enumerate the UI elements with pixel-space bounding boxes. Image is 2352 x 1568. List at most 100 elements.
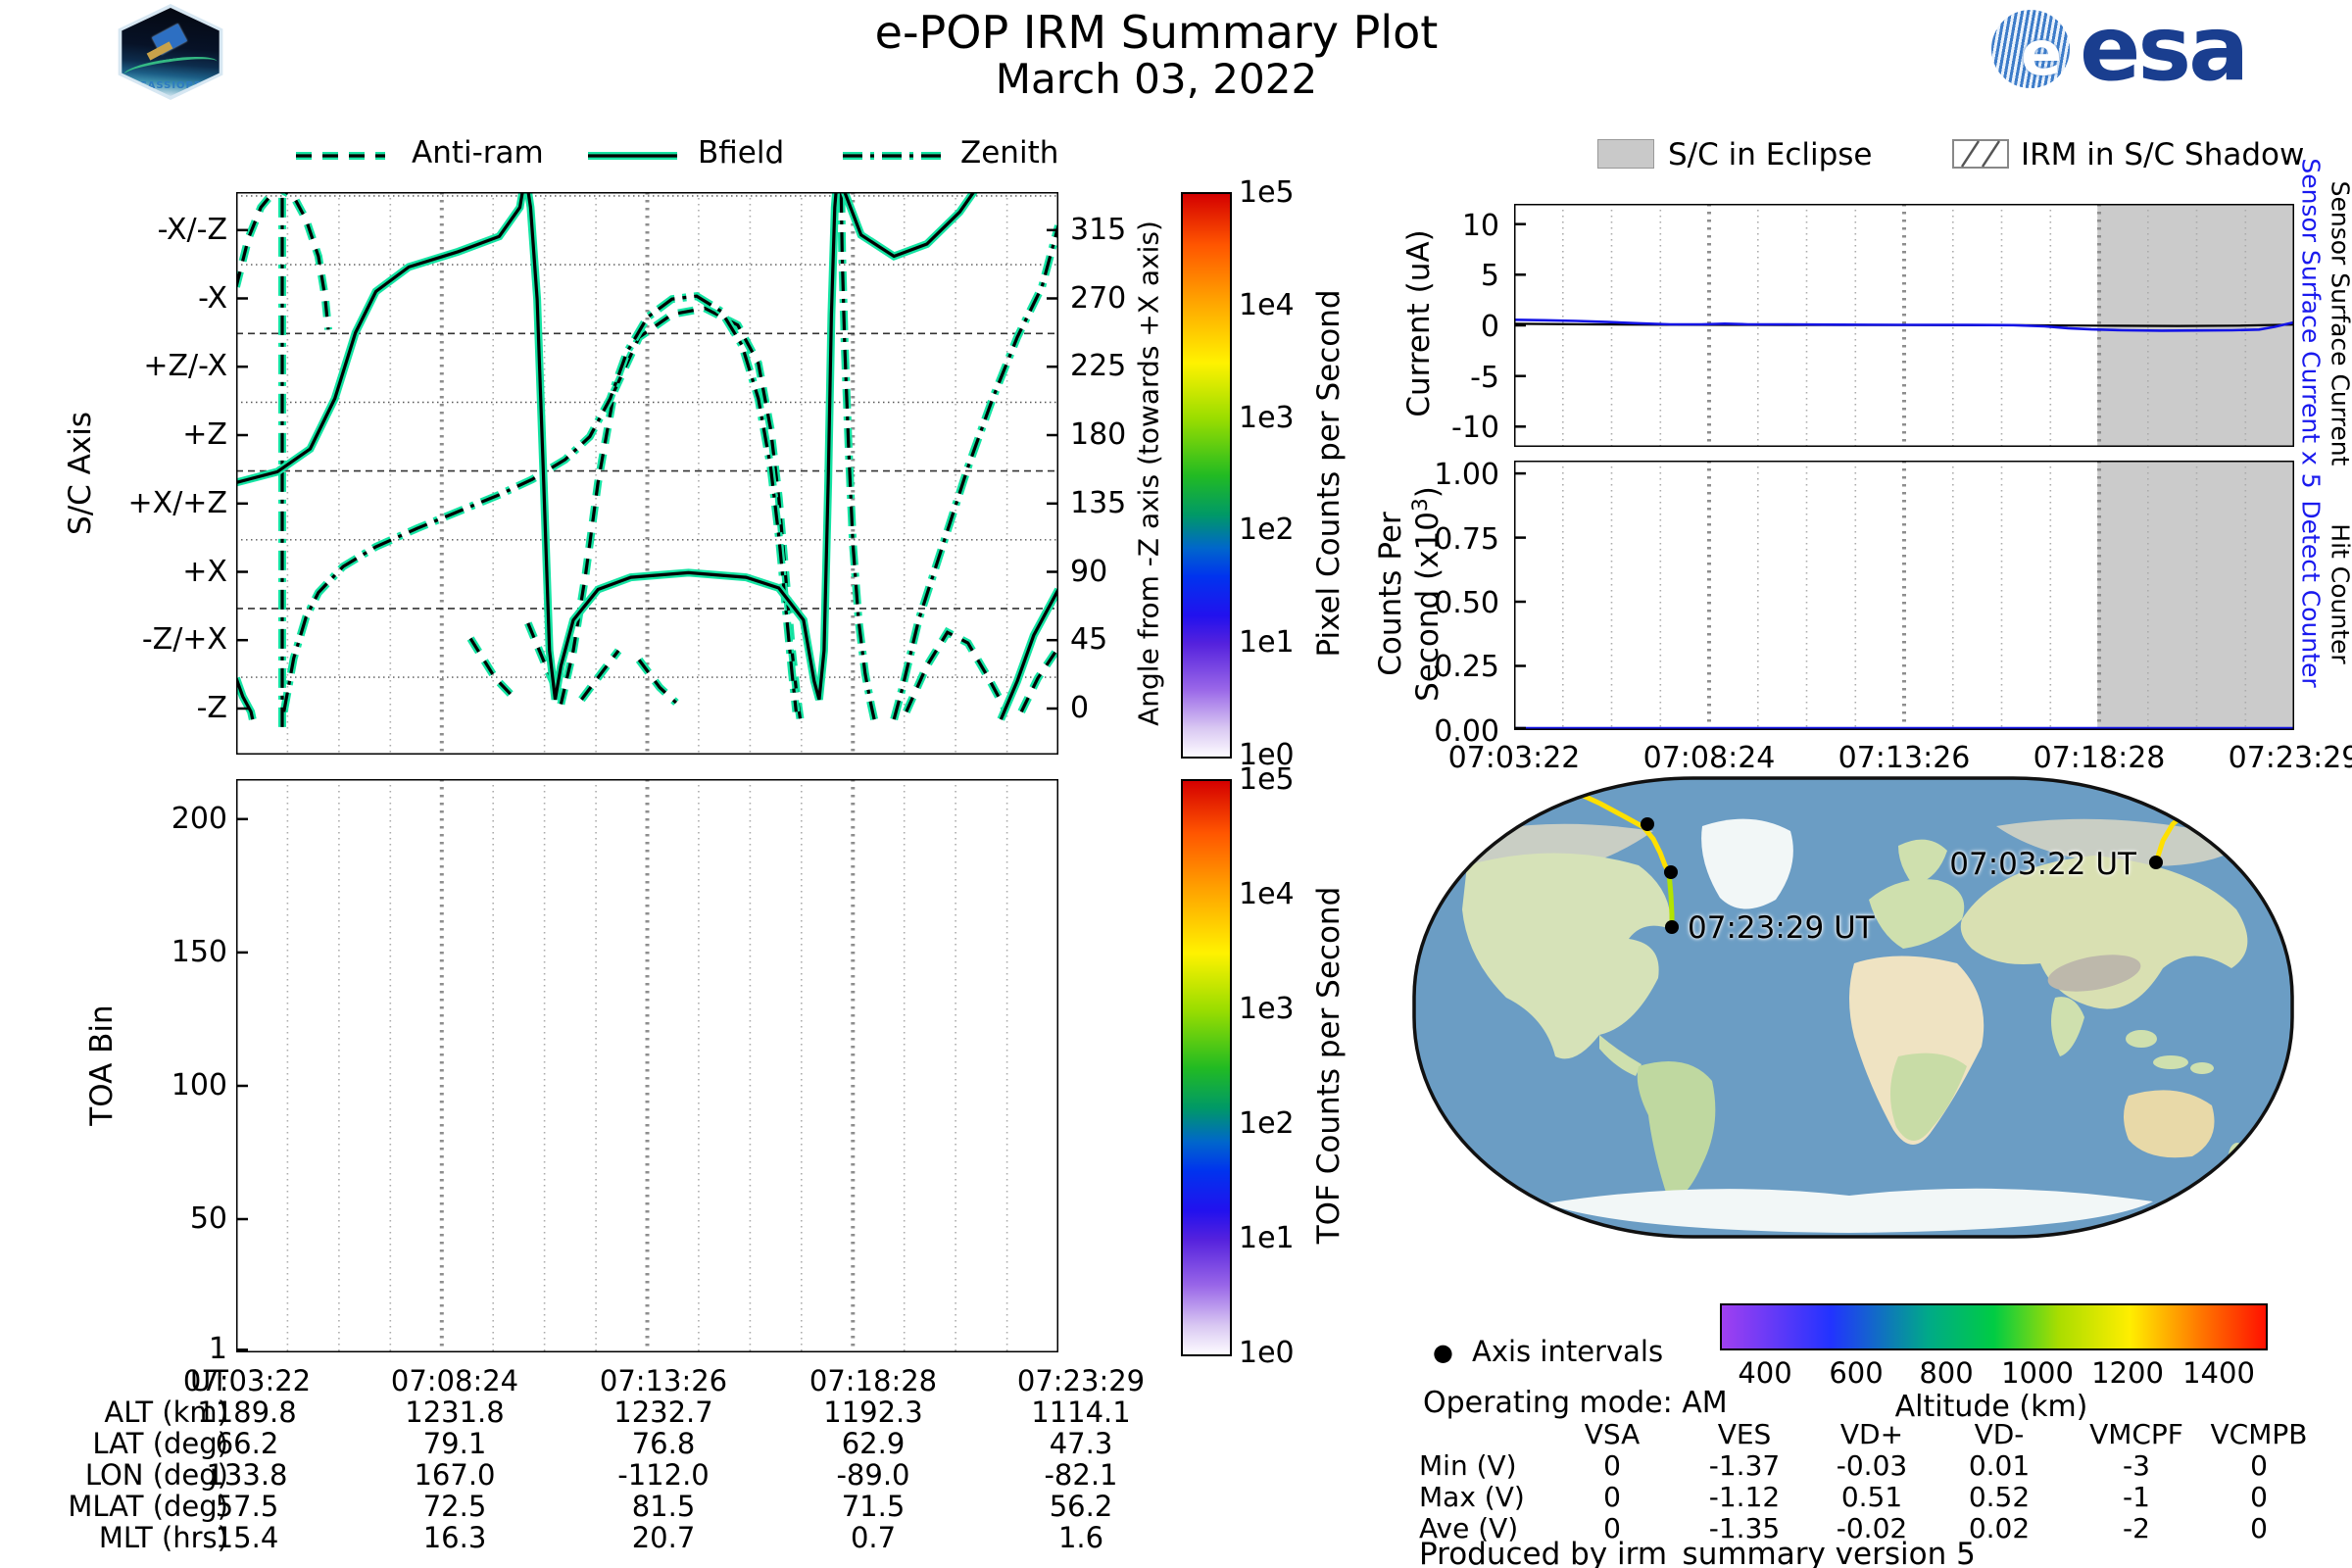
table-cell: 1231.8: [352, 1396, 558, 1429]
current-ytick: 0: [1372, 310, 1499, 344]
counts-right-label-black: Hit Counter: [2327, 523, 2352, 663]
angle-tick: 135: [1070, 486, 1126, 520]
toa-vgrid: [287, 779, 1006, 1352]
current-ytick: 5: [1372, 259, 1499, 293]
table-cell: 66.2: [144, 1427, 350, 1460]
toa-ytick: 200: [0, 802, 227, 836]
eclipse-swatch: [1597, 139, 1654, 169]
xtick-time: 07:23:29: [2211, 741, 2352, 775]
tof-cb-label: TOF Counts per Second: [1311, 887, 1347, 1245]
table-cell: 0.7: [770, 1521, 976, 1554]
esa-e-icon: e: [2021, 18, 2062, 89]
table-cell: 16.3: [352, 1521, 558, 1554]
v-row-label: Min (V): [1419, 1449, 1517, 1482]
xtick-time: 07:03:22: [1431, 741, 1597, 775]
counts-plot: [1514, 461, 2294, 730]
table-cell: 62.9: [770, 1427, 976, 1460]
angle-tick: 45: [1070, 622, 1107, 657]
sc-ytick: -X/-Z: [0, 213, 227, 247]
page-title: e-POP IRM Summary Plot: [686, 6, 1627, 59]
pixel-cb-tick: 1e4: [1239, 288, 1295, 322]
table-cell: 72.5: [352, 1490, 558, 1523]
legend-bfield-sample: [586, 149, 679, 163]
sc-axis-plot: [236, 192, 1058, 755]
shadow-legend-label: IRM in S/C Shadow: [2021, 137, 2304, 172]
produced-by-label: Produced by irm_summary version 5: [1419, 1537, 1976, 1568]
shadow-swatch: [1952, 139, 2009, 169]
legend-antiram-label: Anti-ram: [412, 135, 544, 171]
counts-ytick: 1.00: [1372, 458, 1499, 492]
toa-ytick: 1: [0, 1332, 227, 1366]
sc-ytick: +Z: [0, 417, 227, 452]
ground-track-map: [1408, 772, 2298, 1245]
sc-ytick: +X: [0, 555, 227, 589]
patch-label: CASSIOPE: [118, 80, 223, 91]
legend-zenith-sample: [841, 149, 944, 163]
table-cell: 47.3: [978, 1427, 1184, 1460]
current-ytick: -5: [1372, 361, 1499, 395]
table-cell: 15.4: [144, 1521, 350, 1554]
angle-tick: 90: [1070, 555, 1107, 589]
angle-tick: 0: [1070, 691, 1089, 725]
eclipse-legend-label: S/C in Eclipse: [1668, 137, 1873, 172]
pixel-cb-label: Pixel Counts per Second: [1311, 289, 1347, 657]
tof-cb-tick: 1e1: [1239, 1221, 1295, 1255]
sc-ytick: +X/+Z: [0, 486, 227, 520]
table-cell: 20.7: [561, 1521, 766, 1554]
counts-ytick: 0.75: [1372, 522, 1499, 557]
xtick-time: 07:08:24: [1626, 741, 1792, 775]
xtick-time: 07:13:26: [1821, 741, 1987, 775]
map-start-label: 07:03:22 UT: [1813, 847, 2136, 882]
track-dot: [1665, 920, 1679, 934]
track-dot: [2149, 856, 2163, 869]
table-cell: 07:23:29: [978, 1364, 1184, 1397]
table-cell: 07:08:24: [352, 1364, 558, 1397]
table-cell: 79.1: [352, 1427, 558, 1460]
table-cell: 1192.3: [770, 1396, 976, 1429]
cassiope-patch-art: CASSIOPE: [118, 8, 223, 96]
angle-tick: 270: [1070, 281, 1126, 316]
v-header: VCMPB: [2171, 1418, 2347, 1450]
tof-colorbar: [1181, 779, 1232, 1356]
angle-tick: 315: [1070, 213, 1126, 247]
counts-ticks: [1514, 473, 1526, 728]
angle-tick: 225: [1070, 349, 1126, 383]
toa-ytick: 100: [0, 1068, 227, 1102]
eclipse-region-2: [2097, 461, 2294, 730]
aurora-arc-icon: [122, 52, 219, 83]
table-cell: 1.6: [978, 1521, 1184, 1554]
current-ytick: -10: [1372, 411, 1499, 445]
angle-tick: 180: [1070, 417, 1126, 452]
tof-cb-tick: 1e5: [1239, 762, 1295, 797]
cassiope-mission-patch: CASSIOPE: [114, 4, 227, 100]
axis-intervals-bullet: ●: [1433, 1339, 1453, 1366]
toa-ticks: [236, 819, 248, 1350]
track-dot: [1641, 817, 1654, 831]
sc-ytick: -X: [0, 281, 227, 316]
current-right-label-blue: Sensor Surface Current x 5: [2297, 158, 2326, 488]
table-cell: 07:13:26: [561, 1364, 766, 1397]
v-cell: 0: [2171, 1449, 2347, 1482]
current-plot: [1514, 204, 2294, 447]
table-cell: -82.1: [978, 1458, 1184, 1492]
v-cell: 0: [2171, 1481, 2347, 1513]
page-date: March 03, 2022: [686, 55, 1627, 103]
legend-bfield-label: Bfield: [698, 135, 784, 171]
current-ytick: 10: [1372, 209, 1499, 243]
table-cell: 07:18:28: [770, 1364, 976, 1397]
current-ticks: [1514, 224, 1526, 427]
sc-ytick: +Z/-X: [0, 349, 227, 383]
altitude-colorbar: [1720, 1303, 2268, 1350]
table-cell: 56.2: [978, 1490, 1184, 1523]
alt-tick: 1400: [2135, 1356, 2302, 1390]
table-cell: 1232.7: [561, 1396, 766, 1429]
pixel-cb-tick: 1e2: [1239, 513, 1295, 547]
map-art: [1408, 772, 2298, 1245]
v-row-label: Max (V): [1419, 1481, 1525, 1513]
current-right-label-black: Sensor Surface Current: [2327, 181, 2352, 466]
pixel-cb-tick: 1e1: [1239, 625, 1295, 660]
tof-cb-tick: 1e4: [1239, 877, 1295, 911]
counts-right-label-blue: Detect Counter: [2297, 500, 2326, 687]
legend-zenith-label: Zenith: [960, 135, 1058, 171]
toa-ytick: 50: [0, 1201, 227, 1236]
